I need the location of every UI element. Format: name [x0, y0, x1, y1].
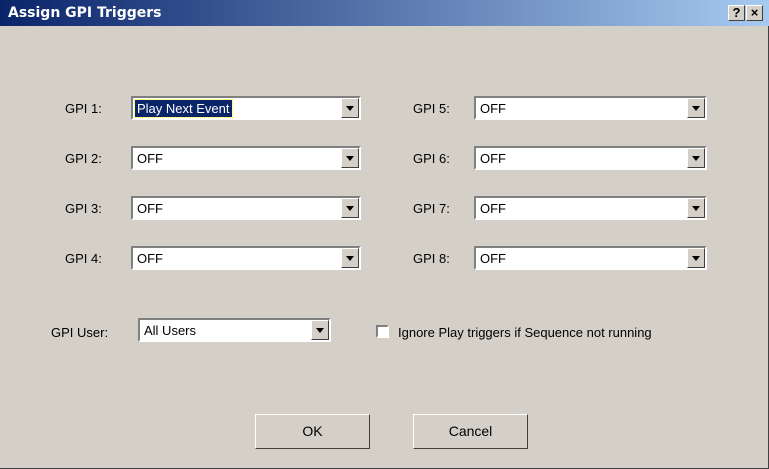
gpi-2-dropdown[interactable]: OFF	[131, 146, 361, 170]
dialog-title: Assign GPI Triggers	[8, 5, 162, 21]
chevron-down-icon[interactable]	[687, 248, 705, 268]
gpi-8-value: OFF	[480, 251, 506, 266]
gpi-user-dropdown[interactable]: All Users	[138, 318, 331, 342]
chevron-down-icon[interactable]	[311, 320, 329, 340]
gpi-2-label: GPI 2:	[65, 151, 102, 166]
chevron-down-icon[interactable]	[341, 198, 359, 218]
gpi-8-dropdown[interactable]: OFF	[474, 246, 707, 270]
help-button[interactable]: ?	[728, 5, 745, 21]
gpi-7-value: OFF	[480, 201, 506, 216]
chevron-down-icon[interactable]	[687, 98, 705, 118]
title-bar[interactable]: Assign GPI Triggers ? ×	[0, 0, 769, 26]
chevron-down-icon[interactable]	[687, 148, 705, 168]
assign-gpi-triggers-dialog: Assign GPI Triggers ? × GPI 1: Play Next…	[0, 0, 769, 469]
chevron-down-icon[interactable]	[687, 198, 705, 218]
gpi-4-value: OFF	[137, 251, 163, 266]
gpi-3-value: OFF	[137, 201, 163, 216]
gpi-4-label: GPI 4:	[65, 251, 102, 266]
gpi-8-label: GPI 8:	[413, 251, 450, 266]
ignore-play-triggers-checkbox[interactable]	[376, 325, 389, 338]
gpi-6-label: GPI 6:	[413, 151, 450, 166]
cancel-button[interactable]: Cancel	[413, 414, 528, 449]
gpi-7-label: GPI 7:	[413, 201, 450, 216]
gpi-3-label: GPI 3:	[65, 201, 102, 216]
gpi-user-label: GPI User:	[51, 325, 109, 340]
gpi-1-label: GPI 1:	[65, 101, 102, 116]
gpi-4-dropdown[interactable]: OFF	[131, 246, 361, 270]
gpi-7-dropdown[interactable]: OFF	[474, 196, 707, 220]
gpi-1-value: Play Next Event	[134, 99, 233, 118]
ignore-play-triggers-label[interactable]: Ignore Play triggers if Sequence not run…	[398, 325, 652, 340]
gpi-5-value: OFF	[480, 101, 506, 116]
gpi-5-dropdown[interactable]: OFF	[474, 96, 707, 120]
gpi-6-dropdown[interactable]: OFF	[474, 146, 707, 170]
chevron-down-icon[interactable]	[341, 148, 359, 168]
gpi-1-dropdown[interactable]: Play Next Event	[131, 96, 361, 120]
chevron-down-icon[interactable]	[341, 248, 359, 268]
gpi-5-label: GPI 5:	[413, 101, 450, 116]
close-button[interactable]: ×	[746, 5, 763, 21]
chevron-down-icon[interactable]	[341, 98, 359, 118]
gpi-6-value: OFF	[480, 151, 506, 166]
gpi-3-dropdown[interactable]: OFF	[131, 196, 361, 220]
gpi-2-value: OFF	[137, 151, 163, 166]
gpi-user-value: All Users	[144, 323, 197, 338]
ok-button[interactable]: OK	[255, 414, 370, 449]
